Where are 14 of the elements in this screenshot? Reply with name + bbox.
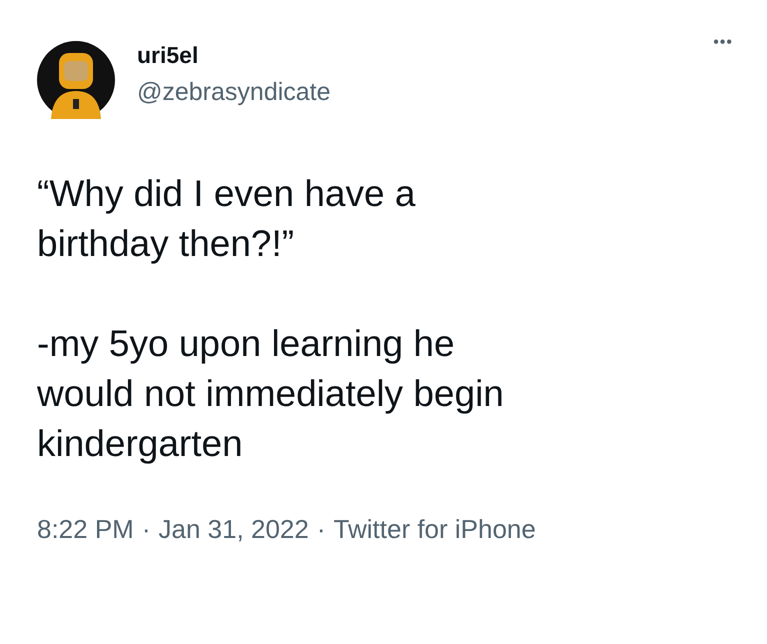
- tweet-text: “Why did I even have a: [37, 172, 416, 216]
- tweet-text: birthday then?!”: [37, 222, 294, 266]
- more-icon[interactable]: •••: [713, 34, 733, 52]
- separator-dot: ·: [142, 514, 150, 545]
- separator-dot: ·: [316, 514, 326, 545]
- tweet-time: 8:22 PM: [37, 514, 134, 545]
- tweet-text: kindergarten: [37, 422, 243, 466]
- avatar-icon: [37, 41, 115, 119]
- tweet-text: -my 5yo upon learning he: [37, 322, 455, 366]
- author-handle[interactable]: @zebrasyndicate: [137, 74, 331, 110]
- author-name[interactable]: uri5el: [137, 40, 331, 70]
- tweet-source[interactable]: Twitter for iPhone: [334, 514, 536, 545]
- tweet-text: would not immediately begin: [37, 372, 504, 416]
- tweet-date: Jan 31, 2022: [158, 514, 309, 545]
